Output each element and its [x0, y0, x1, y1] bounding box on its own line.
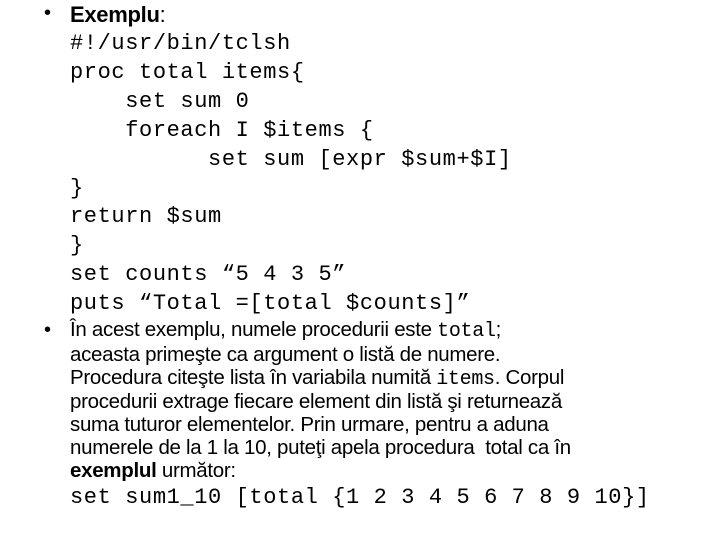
code-line: set sum 0 [70, 89, 250, 114]
text-run: ; [495, 318, 502, 341]
text-run: Procedura citeşte lista în variabila num… [70, 366, 437, 389]
code-line: set counts “5 4 3 5” [70, 262, 347, 287]
code-line: foreach I $items { [70, 118, 374, 143]
code-line: } [70, 176, 84, 201]
example-heading-suffix: : [159, 2, 166, 27]
paragraph-line: aceasta primeşte ca argument o listă de … [70, 343, 501, 366]
paragraph-line: exemplul următor: [70, 459, 236, 483]
slide: • Exemplu: #!/usr/bin/tclsh proc total i… [0, 0, 720, 540]
inline-code: total [437, 320, 496, 343]
text-run: În acest exemplu, numele procedurii este [70, 318, 438, 341]
text-run: următor: [156, 459, 236, 482]
text-run: . Corpul [494, 366, 565, 389]
code-line: set sum [expr $sum+$I] [70, 147, 512, 172]
paragraph-line: Procedura citeşte lista în variabila num… [70, 366, 564, 391]
bullet-marker: • [44, 2, 52, 24]
example-heading: Exemplu: [70, 2, 166, 28]
paragraph-line: procedurii extrage fiecare element din l… [70, 390, 562, 413]
code-line: return $sum [70, 204, 222, 229]
paragraph-line: suma tuturor elementelor. Prin urmare, p… [70, 413, 549, 436]
bold-text: exemplul [70, 459, 157, 482]
code-line: puts “Total =[total $counts]” [70, 291, 471, 316]
code-line: #!/usr/bin/tclsh [70, 31, 291, 56]
code-line: } [70, 233, 84, 258]
bullet-marker: • [44, 319, 52, 341]
paragraph-line: În acest exemplu, numele procedurii este… [70, 318, 501, 343]
code-line: proc total items{ [70, 60, 305, 85]
paragraph-line: numerele de la 1 la 10, puteţi apela pro… [70, 436, 571, 459]
inline-code: items [436, 368, 495, 391]
example-heading-bold: Exemplu [70, 2, 160, 27]
code-line: set sum1_10 [total {1 2 3 4 5 6 7 8 9 10… [70, 485, 650, 510]
